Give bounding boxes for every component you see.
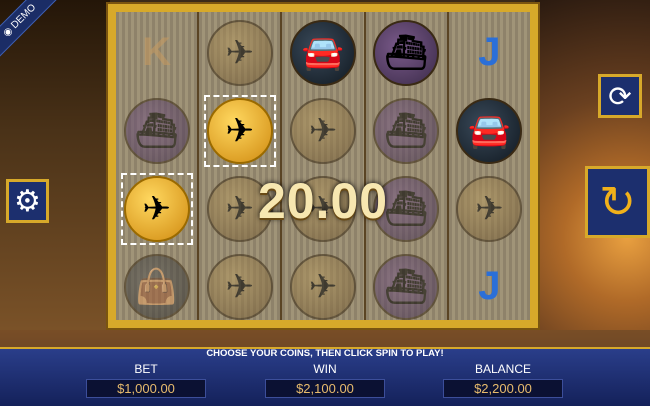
plane-symbol: ✈ (290, 253, 356, 320)
ship-symbol: ⛴ (373, 253, 440, 320)
gear-icon: ⚙ (14, 184, 41, 218)
reel-cell: ✈ (282, 92, 363, 169)
reel-cell: ✈ (282, 248, 363, 325)
winning-highlight (203, 94, 276, 167)
bet-label: BET (134, 362, 158, 376)
ship-symbol: ⛴ (123, 97, 190, 164)
spin-icon: ↻ (599, 177, 636, 227)
car-symbol: 🚘 (456, 97, 523, 164)
win-value: $2,100.00 (265, 379, 385, 398)
refresh-icon: ⟳ (608, 80, 632, 112)
letter-k-symbol: K (142, 30, 172, 74)
reel-cell: J (449, 14, 530, 91)
spin-button[interactable]: ↻ (585, 166, 650, 238)
bet-value[interactable]: $1,000.00 (86, 379, 206, 398)
letter-j-symbol: J (478, 264, 501, 308)
win-amount-display: 20.00 (257, 173, 389, 229)
plane-symbol: ✈ (290, 97, 356, 164)
reel-cell: 🚘 (449, 92, 530, 169)
plane-symbol: ✈ (206, 253, 273, 320)
balance-label: BALANCE (474, 362, 532, 376)
ship-symbol: ⛴ (373, 19, 440, 86)
reel-cell: ✈ (199, 248, 280, 325)
background-right (535, 0, 650, 330)
reel-cell: ⛴ (366, 248, 447, 325)
reel-cell: K (116, 14, 197, 91)
reel-3: 🚘 ✈ ✈ ✈ (282, 12, 366, 320)
reel-cell: 👜 (116, 248, 197, 325)
reel-cell: ⛴ (116, 92, 197, 169)
bag-symbol: 👜 (123, 253, 190, 320)
letter-j-symbol: J (478, 30, 501, 74)
background-left (0, 0, 110, 330)
reel-cell: 🚘 (282, 14, 363, 91)
reel-1: K ⛴ ✈ 👜 (116, 12, 200, 320)
balance-value: $2,200.00 (443, 379, 563, 398)
ship-symbol: ⛴ (373, 97, 440, 164)
reel-cell: ✈ (199, 92, 280, 169)
reel-cell: ⛴ (366, 92, 447, 169)
reel-frame: K ⛴ ✈ 👜 ✈ ✈ ✈ ✈ 🚘 ✈ ✈ ✈ ⛴ ⛴ ⛴ ⛴ J 🚘 ✈ J (108, 4, 538, 328)
reel-2: ✈ ✈ ✈ ✈ (199, 12, 283, 320)
reels: K ⛴ ✈ 👜 ✈ ✈ ✈ ✈ 🚘 ✈ ✈ ✈ ⛴ ⛴ ⛴ ⛴ J 🚘 ✈ J (116, 12, 531, 320)
autoplay-button[interactable]: ⟳ (598, 74, 642, 118)
plane-symbol: ✈ (206, 19, 273, 86)
reel-cell: ✈ (199, 14, 280, 91)
status-message: CHOOSE YOUR COINS, THEN CLICK SPIN TO PL… (206, 348, 444, 359)
car-symbol: 🚘 (290, 19, 356, 86)
win-label: WIN (313, 362, 337, 376)
reel-5: J 🚘 ✈ J (448, 12, 531, 320)
reel-cell: ⛴ (366, 14, 447, 91)
settings-button[interactable]: ⚙ (6, 179, 49, 223)
reel-cell: J (449, 248, 530, 325)
reel-4: ⛴ ⛴ ⛴ ⛴ (365, 12, 449, 320)
